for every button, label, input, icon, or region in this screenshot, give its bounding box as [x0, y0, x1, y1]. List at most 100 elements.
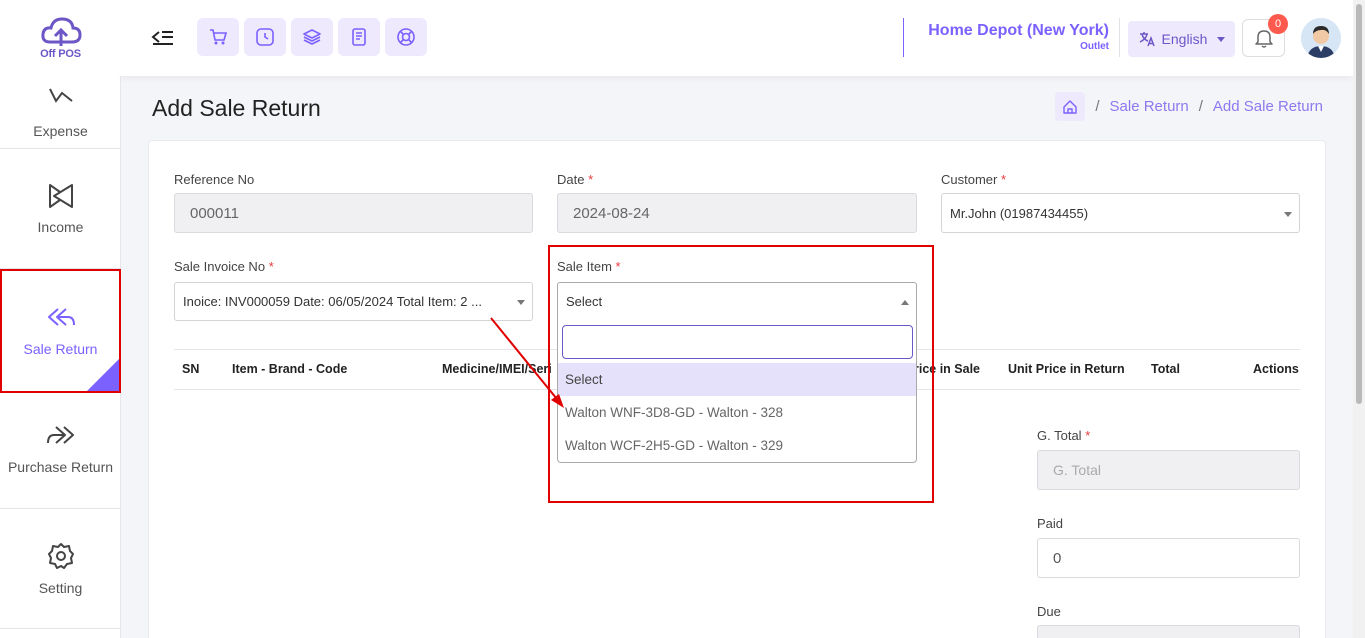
pos-cart-button[interactable] — [197, 18, 239, 56]
outlet-name: Home Depot (New York) — [928, 22, 1109, 39]
reference-input[interactable]: 000011 — [174, 193, 533, 233]
layers-icon — [303, 29, 321, 45]
sidebar: Expense Off POS Income Sale Return Purch… — [0, 0, 121, 638]
col-actions: Actions — [1253, 362, 1299, 376]
required-mark: * — [268, 259, 274, 274]
due-input[interactable] — [1037, 625, 1300, 638]
sidebar-item-label: Purchase Return — [7, 458, 114, 475]
customer-label: Customer * — [941, 172, 1006, 187]
receipt-button[interactable] — [338, 18, 380, 56]
sidebar-item-income[interactable]: Income — [0, 149, 121, 269]
required-mark: * — [615, 259, 621, 274]
due-label-text: Due — [1037, 604, 1061, 619]
translate-icon — [1139, 32, 1155, 47]
gtotal-label-text: G. Total — [1037, 428, 1082, 443]
sidebar-item-purchase-return[interactable]: Purchase Return — [0, 389, 121, 509]
col-price-in-return: Unit Price in Return — [1008, 362, 1125, 376]
sidebar-item-label: Expense — [33, 123, 88, 139]
dropdown-search-input[interactable] — [562, 325, 913, 359]
scrollbar-thumb[interactable] — [1356, 4, 1362, 404]
date-input[interactable]: 2024-08-24 — [557, 193, 917, 233]
date-label-text: Date — [557, 172, 585, 187]
col-imei: Medicine/IMEI/Seri — [442, 362, 552, 376]
paid-label: Paid — [1037, 516, 1063, 531]
notification-badge: 0 — [1268, 14, 1288, 34]
invoice-label-text: Sale Invoice No — [174, 259, 266, 274]
notification-button[interactable]: 0 — [1242, 14, 1288, 57]
sale-invoice-select[interactable]: Inoice: INV000059 Date: 06/05/2024 Total… — [174, 282, 533, 321]
chevron-up-icon — [901, 300, 909, 305]
chevron-down-icon — [1217, 36, 1226, 42]
sale-item-label-text: Sale Item — [557, 259, 612, 274]
support-button[interactable] — [385, 18, 427, 56]
col-price-in-sale: rice in Sale — [914, 362, 981, 376]
expense-icon — [48, 88, 73, 103]
sale-item-label: Sale Item * — [557, 259, 621, 274]
outlet-label: Outlet — [1080, 41, 1109, 52]
paid-label-text: Paid — [1037, 516, 1064, 531]
chevron-down-icon — [1284, 212, 1292, 217]
dropdown-option[interactable]: Walton WNF-3D8-GD - Walton - 328 — [558, 396, 916, 429]
income-icon — [48, 183, 73, 208]
logo[interactable]: Off POS — [0, 0, 121, 76]
chevron-down-icon — [517, 300, 525, 305]
breadcrumb: / Sale Return / Add Sale Return — [1055, 92, 1323, 121]
user-avatar-image — [1301, 18, 1341, 58]
breadcrumb-home[interactable] — [1055, 92, 1086, 121]
reference-label: Reference No — [174, 172, 254, 187]
menu-toggle-button[interactable] — [151, 26, 175, 50]
home-icon — [1063, 99, 1078, 114]
customer-selected: Mr.John (01987434455) — [950, 205, 1089, 221]
layers-button[interactable] — [291, 18, 333, 56]
date-label: Date * — [557, 172, 593, 187]
breadcrumb-separator: / — [1198, 98, 1203, 115]
sidebar-item-label: Income — [37, 218, 84, 235]
invoice-label: Sale Invoice No * — [174, 259, 274, 274]
language-label: English — [1161, 31, 1208, 47]
required-mark: * — [1000, 172, 1007, 187]
dropdown-option[interactable]: Select — [558, 363, 916, 396]
logo-text: Off POS — [40, 48, 81, 60]
required-mark: * — [1085, 428, 1091, 443]
dropdown-option[interactable]: Walton WCF-2H5-GD - Walton - 329 — [558, 429, 916, 462]
breadcrumb-separator: / — [1095, 98, 1100, 115]
col-total: Total — [1151, 362, 1180, 376]
clock-icon — [256, 28, 274, 46]
sale-return-icon — [47, 308, 75, 326]
customer-select[interactable]: Mr.John (01987434455) — [941, 193, 1300, 233]
sidebar-item-label: Setting — [38, 579, 83, 596]
active-corner-indicator — [87, 359, 119, 391]
sale-invoice-selected: Inoice: INV000059 Date: 06/05/2024 Total… — [183, 294, 482, 309]
sidebar-item-label: Sale Return — [23, 341, 98, 357]
sale-item-select[interactable]: Select — [557, 282, 917, 321]
cloud-logo-icon — [40, 17, 82, 46]
attendance-button[interactable] — [244, 18, 286, 56]
col-item: Item - Brand - Code — [232, 362, 348, 376]
sidebar-item-setting[interactable]: Setting — [0, 509, 121, 629]
due-label: Due — [1037, 604, 1061, 619]
top-header: Home Depot (New York) Outlet English 0 — [121, 0, 1353, 76]
collapse-menu-icon — [151, 31, 173, 45]
gear-icon — [47, 542, 74, 569]
cart-icon — [210, 29, 228, 45]
receipt-icon — [352, 28, 366, 46]
col-sn: SN — [182, 362, 200, 376]
gtotal-label: G. Total * — [1037, 428, 1090, 443]
breadcrumb-sale-return[interactable]: Sale Return — [1110, 98, 1189, 115]
gtotal-input[interactable]: G. Total — [1037, 450, 1300, 490]
paid-input[interactable]: 0 — [1037, 538, 1300, 578]
user-avatar[interactable] — [1301, 18, 1341, 58]
reference-label-text: Reference No — [174, 172, 255, 187]
breadcrumb-current: Add Sale Return — [1212, 98, 1323, 115]
required-mark: * — [588, 172, 594, 187]
customer-label-text: Customer — [941, 172, 998, 187]
page-scrollbar[interactable] — [1353, 0, 1365, 638]
purchase-return-icon — [46, 425, 74, 444]
language-dropdown[interactable]: English — [1128, 21, 1235, 57]
sale-item-selected: Select — [566, 294, 603, 309]
sidebar-item-sale-return[interactable]: Sale Return — [0, 269, 121, 393]
lifebuoy-icon — [397, 28, 415, 46]
sale-item-dropdown: Select Walton WNF-3D8-GD - Walton - 328 … — [557, 320, 917, 463]
outlet-selector[interactable]: Home Depot (New York) Outlet — [903, 18, 1120, 57]
page-title: Add Sale Return — [152, 95, 321, 121]
